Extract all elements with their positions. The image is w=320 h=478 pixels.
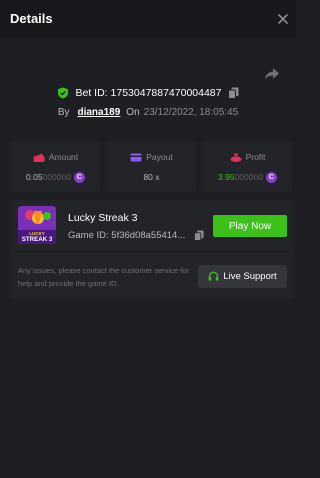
amount-value: 0.05000000 C xyxy=(11,172,100,184)
bet-id-line: Bet ID: 1753047887470004487 xyxy=(0,87,296,100)
play-now-button[interactable]: Play Now xyxy=(213,215,287,237)
copy-icon[interactable] xyxy=(228,87,239,100)
amount-card: Amount 0.05000000 C xyxy=(11,142,100,192)
profit-card: Profit 3.95000000 C xyxy=(203,142,292,192)
game-name: Lucky Streak 3 xyxy=(68,212,138,224)
amount-value-main: 0.05 xyxy=(26,172,43,182)
card-icon xyxy=(130,153,142,162)
game-thumbnail-art: LUCKY STREAK 3 xyxy=(18,206,56,244)
bet-timestamp: 23/12/2022, 18:05:45 xyxy=(143,107,239,118)
shield-check-icon xyxy=(57,87,68,99)
bet-id-label: Bet ID: xyxy=(75,87,108,100)
amount-label-row: Amount xyxy=(11,152,100,163)
payout-label-row: Payout xyxy=(107,152,196,162)
username-link[interactable]: diana189 xyxy=(77,107,120,118)
amount-value-tail: 000000 xyxy=(42,172,71,182)
profit-label-row: Profit xyxy=(203,152,292,163)
headset-icon xyxy=(208,271,219,281)
bet-byline: By diana189 On 23/12/2022, 18:05:45 xyxy=(0,107,296,118)
dialog-title: Details xyxy=(10,11,53,26)
payout-card: Payout 80 x xyxy=(107,142,196,192)
dialog-header: Details xyxy=(0,0,296,38)
live-support-button[interactable]: Live Support xyxy=(198,265,287,288)
game-id-label: Game ID: xyxy=(68,230,109,242)
profit-value-main: 3.95 xyxy=(218,172,235,182)
game-thumbnail[interactable]: LUCKY STREAK 3 xyxy=(18,206,56,244)
game-card: LUCKY STREAK 3 Lucky Streak 3 Game ID: 5… xyxy=(11,200,293,298)
game-id-value: 5f36d08a55414... xyxy=(111,230,186,242)
game-id-row: Game ID: 5f36d08a55414... xyxy=(68,230,204,241)
profit-icon xyxy=(230,153,242,163)
close-icon[interactable] xyxy=(276,12,290,26)
by-label: By xyxy=(57,107,70,118)
amount-label: Amount xyxy=(48,152,79,162)
profit-value-tail: 000000 xyxy=(234,172,263,182)
payout-value: 80 x xyxy=(143,172,160,182)
on-label: On xyxy=(126,107,140,118)
profit-value: 3.95000000 C xyxy=(203,172,292,184)
bet-id-value: 1753047887470004487 xyxy=(110,87,222,100)
bet-stats: Amount 0.05000000 C Payout 80 x Profit 3.… xyxy=(11,142,293,192)
coin-icon: C xyxy=(265,172,277,184)
live-support-label: Live Support xyxy=(223,271,277,282)
thumb-line2: STREAK 3 xyxy=(22,236,53,243)
payout-label: Payout xyxy=(146,152,173,162)
wallet-icon xyxy=(33,153,45,163)
share-icon[interactable] xyxy=(264,67,280,81)
divider xyxy=(11,251,293,252)
support-info-text: Any issues, please contact the customer … xyxy=(18,266,189,288)
profit-label: Profit xyxy=(245,152,266,162)
copy-icon[interactable] xyxy=(193,230,204,241)
coin-icon: C xyxy=(73,172,85,184)
